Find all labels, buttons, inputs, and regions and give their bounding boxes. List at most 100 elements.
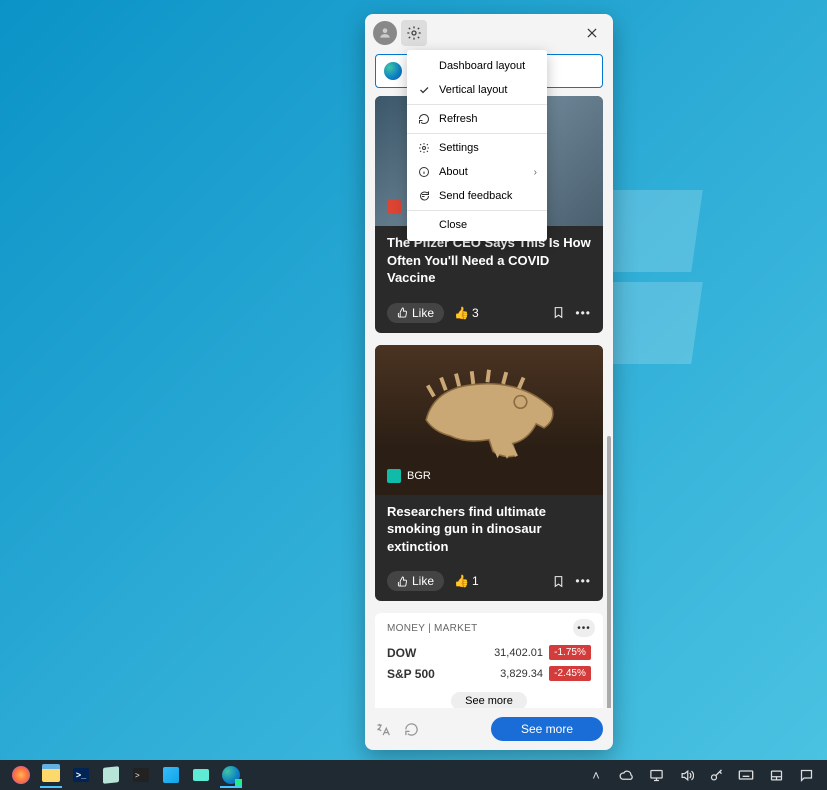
gear-icon	[406, 25, 422, 41]
refresh-icon	[404, 722, 419, 737]
reaction-number: 3	[472, 306, 479, 320]
menu-label: Settings	[439, 142, 479, 154]
tray-onedrive[interactable]	[613, 762, 639, 788]
info-icon	[417, 166, 431, 178]
tray-action-center[interactable]	[793, 762, 819, 788]
source-badge-icon	[387, 200, 401, 214]
menu-label: Vertical layout	[439, 84, 507, 96]
chat-icon	[799, 768, 814, 783]
taskbar-firefox[interactable]	[8, 762, 34, 788]
language-button[interactable]	[375, 722, 390, 737]
menu-refresh[interactable]: Refresh	[407, 107, 547, 131]
reaction-emoji: 👍	[454, 306, 469, 320]
settings-gear-button[interactable]	[401, 20, 427, 46]
money-card-header: MONEY | MARKET	[387, 623, 591, 634]
menu-vertical-layout[interactable]: Vertical layout	[407, 78, 547, 102]
person-icon	[378, 26, 392, 40]
keyboard-icon	[738, 767, 754, 783]
translate-icon	[375, 722, 390, 737]
taskbar-edge-beta[interactable]	[188, 762, 214, 788]
card-more-button[interactable]: •••	[575, 306, 591, 320]
bookmark-icon	[552, 306, 565, 319]
market-row[interactable]: S&P 500 3,829.34 -2.45%	[387, 663, 591, 684]
speaker-icon	[679, 768, 694, 783]
chevron-right-icon: ›	[534, 167, 537, 178]
news-widgets-panel: Best Life The Pfizer CEO Says This Is Ho…	[365, 14, 613, 750]
notepad-icon	[103, 766, 119, 784]
scrollbar-thumb[interactable]	[607, 436, 611, 708]
reaction-number: 1	[472, 574, 479, 588]
like-label: Like	[412, 306, 434, 320]
dinosaur-skull-icon	[409, 365, 569, 475]
terminal-icon: >	[133, 768, 149, 782]
source-label: BGR	[407, 470, 431, 482]
market-row[interactable]: DOW 31,402.01 -1.75%	[387, 642, 591, 663]
card-title: Researchers find ultimate smoking gun in…	[375, 495, 603, 564]
bookmark-button[interactable]	[552, 306, 565, 319]
tray-display[interactable]	[643, 762, 669, 788]
bookmark-icon	[552, 575, 565, 588]
edge-icon	[222, 766, 240, 784]
money-market-card: ••• MONEY | MARKET DOW 31,402.01 -1.75% …	[375, 613, 603, 708]
tray-volume[interactable]	[673, 762, 699, 788]
menu-separator	[407, 133, 547, 134]
index-change: -1.75%	[549, 645, 591, 660]
menu-label: Dashboard layout	[439, 60, 525, 72]
refresh-button[interactable]	[404, 722, 419, 737]
menu-close[interactable]: Close	[407, 213, 547, 237]
taskbar-notepad[interactable]	[98, 762, 124, 788]
menu-label: Close	[439, 219, 467, 231]
touchpad-icon	[769, 768, 784, 783]
monitor-icon	[649, 768, 664, 783]
widget-topbar	[365, 14, 613, 52]
money-card-more-button[interactable]: •••	[573, 619, 595, 637]
card-more-button[interactable]: •••	[575, 574, 591, 588]
menu-separator	[407, 104, 547, 105]
index-change: -2.45%	[549, 666, 591, 681]
card-actions: Like 👍 3 •••	[375, 295, 603, 333]
menu-dashboard-layout[interactable]: Dashboard layout	[407, 54, 547, 78]
close-widget-button[interactable]	[579, 20, 605, 46]
profile-avatar[interactable]	[373, 21, 397, 45]
bookmark-button[interactable]	[552, 575, 565, 588]
index-name: S&P 500	[387, 667, 435, 681]
reaction-emoji: 👍	[454, 574, 469, 588]
menu-label: Refresh	[439, 113, 478, 125]
taskbar-edge[interactable]	[218, 762, 244, 788]
firefox-icon	[12, 766, 30, 784]
index-name: DOW	[387, 646, 416, 660]
tray-keyboard[interactable]	[733, 762, 759, 788]
widget-bottombar: See more	[365, 708, 613, 750]
taskbar-photos[interactable]	[158, 762, 184, 788]
menu-settings[interactable]: Settings	[407, 136, 547, 160]
reaction-count[interactable]: 👍 1	[454, 574, 479, 588]
gear-icon	[417, 142, 431, 154]
source-badge-icon	[387, 469, 401, 483]
edge-icon	[384, 62, 402, 80]
cloud-icon	[619, 768, 634, 783]
taskbar-powershell[interactable]: >_	[68, 762, 94, 788]
thumbs-up-icon	[397, 307, 408, 318]
checkmark-icon	[417, 84, 431, 96]
powershell-icon: >_	[73, 768, 89, 782]
tray-input[interactable]	[763, 762, 789, 788]
card-actions: Like 👍 1 •••	[375, 563, 603, 601]
menu-feedback[interactable]: Send feedback	[407, 184, 547, 208]
taskbar-terminal[interactable]: >	[128, 762, 154, 788]
index-value: 31,402.01	[494, 647, 543, 659]
like-button[interactable]: Like	[387, 303, 444, 323]
tray-security[interactable]	[703, 762, 729, 788]
settings-dropdown-menu: Dashboard layout Vertical layout Refresh…	[407, 50, 547, 241]
menu-label: About	[439, 166, 468, 178]
menu-about[interactable]: About ›	[407, 160, 547, 184]
see-more-button[interactable]: See more	[491, 717, 603, 741]
like-button[interactable]: Like	[387, 571, 444, 591]
chevron-up-icon: ˄	[592, 768, 600, 783]
tray-chevron[interactable]: ˄	[583, 762, 609, 788]
news-card[interactable]: BGR Researchers find ultimate smoking gu…	[375, 345, 603, 602]
taskbar-file-explorer[interactable]	[38, 762, 64, 788]
card-source: BGR	[375, 463, 443, 483]
money-see-more-button[interactable]: See more	[451, 692, 527, 708]
taskbar: >_ > ˄	[0, 760, 827, 790]
reaction-count[interactable]: 👍 3	[454, 306, 479, 320]
